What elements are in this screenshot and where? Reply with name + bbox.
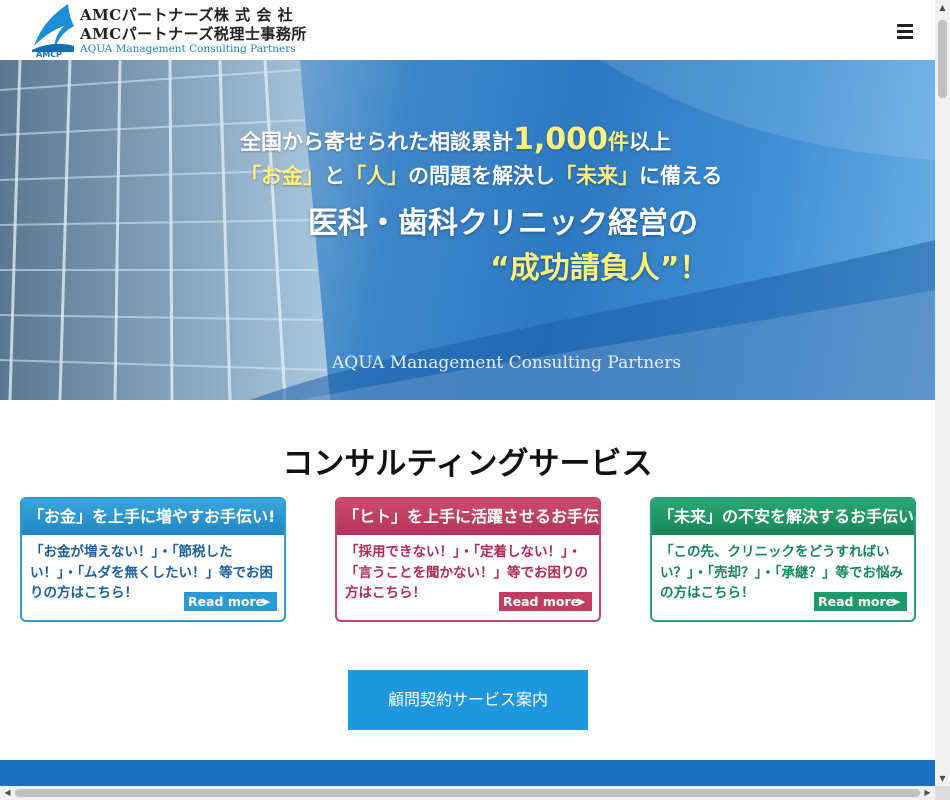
menu-icon-bar: [897, 24, 913, 27]
amcp-logo-icon: AMCP: [32, 4, 74, 58]
scroll-left-icon[interactable]: ◀: [0, 786, 15, 800]
hero-line-1-suffix: 以上: [628, 130, 671, 154]
menu-icon-bar: [897, 30, 913, 33]
horizontal-scroll-thumb[interactable]: [15, 789, 920, 797]
scrollbar-corner: [935, 786, 950, 800]
service-card-heading: 「お金」を上手に増やすお手伝い!: [22, 499, 284, 535]
menu-icon[interactable]: [897, 24, 915, 40]
hero-future: 「未来」: [555, 164, 639, 188]
hero-solve: の問題を解決し: [408, 164, 555, 188]
read-more-label: Read more: [818, 594, 895, 609]
hero-and: と: [324, 164, 345, 188]
service-card-heading: 「ヒト」を上手に活躍させるお手伝い!: [337, 499, 599, 535]
hero-consult-count: 1,000: [513, 122, 608, 157]
hero-line-1-text: 全国から寄せられた相談累計: [240, 130, 513, 154]
hero-prepare: に備える: [639, 164, 723, 188]
read-more-button[interactable]: Read more ➤: [184, 592, 277, 611]
read-more-button[interactable]: Read more ➤: [814, 592, 907, 611]
vertical-scroll-thumb[interactable]: [938, 20, 947, 98]
read-more-label: Read more: [188, 594, 265, 609]
vertical-scrollbar[interactable]: ▲ ▼: [935, 0, 950, 786]
services-title: コンサルティングサービス: [282, 446, 653, 482]
horizontal-scrollbar[interactable]: ◀ ▶: [0, 786, 935, 800]
arrow-right-icon: ➤: [260, 594, 271, 609]
company-logo[interactable]: AMCP AMCパートナーズ株 式 会 社 AMCパートナーズ税理士事務所 AQ…: [28, 2, 318, 58]
hero-banner: 全国から寄せられた相談累計1,000件以上 「お金」と「人」の問題を解決し「未来…: [0, 60, 935, 400]
site-header: AMCP AMCパートナーズ株 式 会 社 AMCパートナーズ税理士事務所 AQ…: [0, 0, 935, 60]
service-card-future[interactable]: 「未来」の不安を解決するお手伝い! 「この先、クリニックをどうすればいい？」・「…: [650, 497, 916, 622]
service-card-people[interactable]: 「ヒト」を上手に活躍させるお手伝い! 「採用できない！」・「定着しない！」・「言…: [335, 497, 601, 622]
read-more-label: Read more: [503, 594, 580, 609]
arrow-right-icon: ➤: [575, 594, 586, 609]
company-name-1: AMCパートナーズ株 式 会 社: [80, 6, 294, 24]
hero-line-1-unit: 件: [607, 130, 629, 154]
read-more-button[interactable]: Read more ➤: [499, 592, 592, 611]
scroll-down-icon[interactable]: ▼: [935, 771, 950, 786]
scroll-right-icon[interactable]: ▶: [920, 786, 935, 800]
company-name-2: AMCパートナーズ税理士事務所: [80, 25, 307, 43]
menu-icon-bar: [897, 36, 913, 39]
hero-money: 「お金」: [240, 164, 324, 188]
company-name-english: AQUA Management Consulting Partners: [80, 43, 296, 55]
hero-line-4: “成功請負人”！: [490, 251, 710, 286]
hero-line-2: 「お金」と「人」の問題を解決し「未来」に備える: [240, 160, 760, 190]
arrow-right-icon: ➤: [890, 594, 901, 609]
advisory-service-button[interactable]: 顧問契約サービス案内: [348, 670, 588, 730]
hero-line-1: 全国から寄せられた相談累計1,000件以上: [240, 122, 760, 157]
hero-tagline: AQUA Management Consulting Partners: [332, 353, 682, 373]
footer-band: [0, 760, 935, 786]
service-card-money[interactable]: 「お金」を上手に増やすお手伝い! 「お金が増えない！」・「節税したい！」・「ムダ…: [20, 497, 286, 622]
service-card-heading: 「未来」の不安を解決するお手伝い!: [652, 499, 914, 535]
hero-line-3: 医科・歯科クリニック経営の: [308, 206, 698, 241]
hero-people: 「人」: [345, 164, 408, 188]
scroll-up-icon[interactable]: ▲: [935, 0, 950, 15]
logo-mark-text: AMCP: [36, 50, 62, 58]
